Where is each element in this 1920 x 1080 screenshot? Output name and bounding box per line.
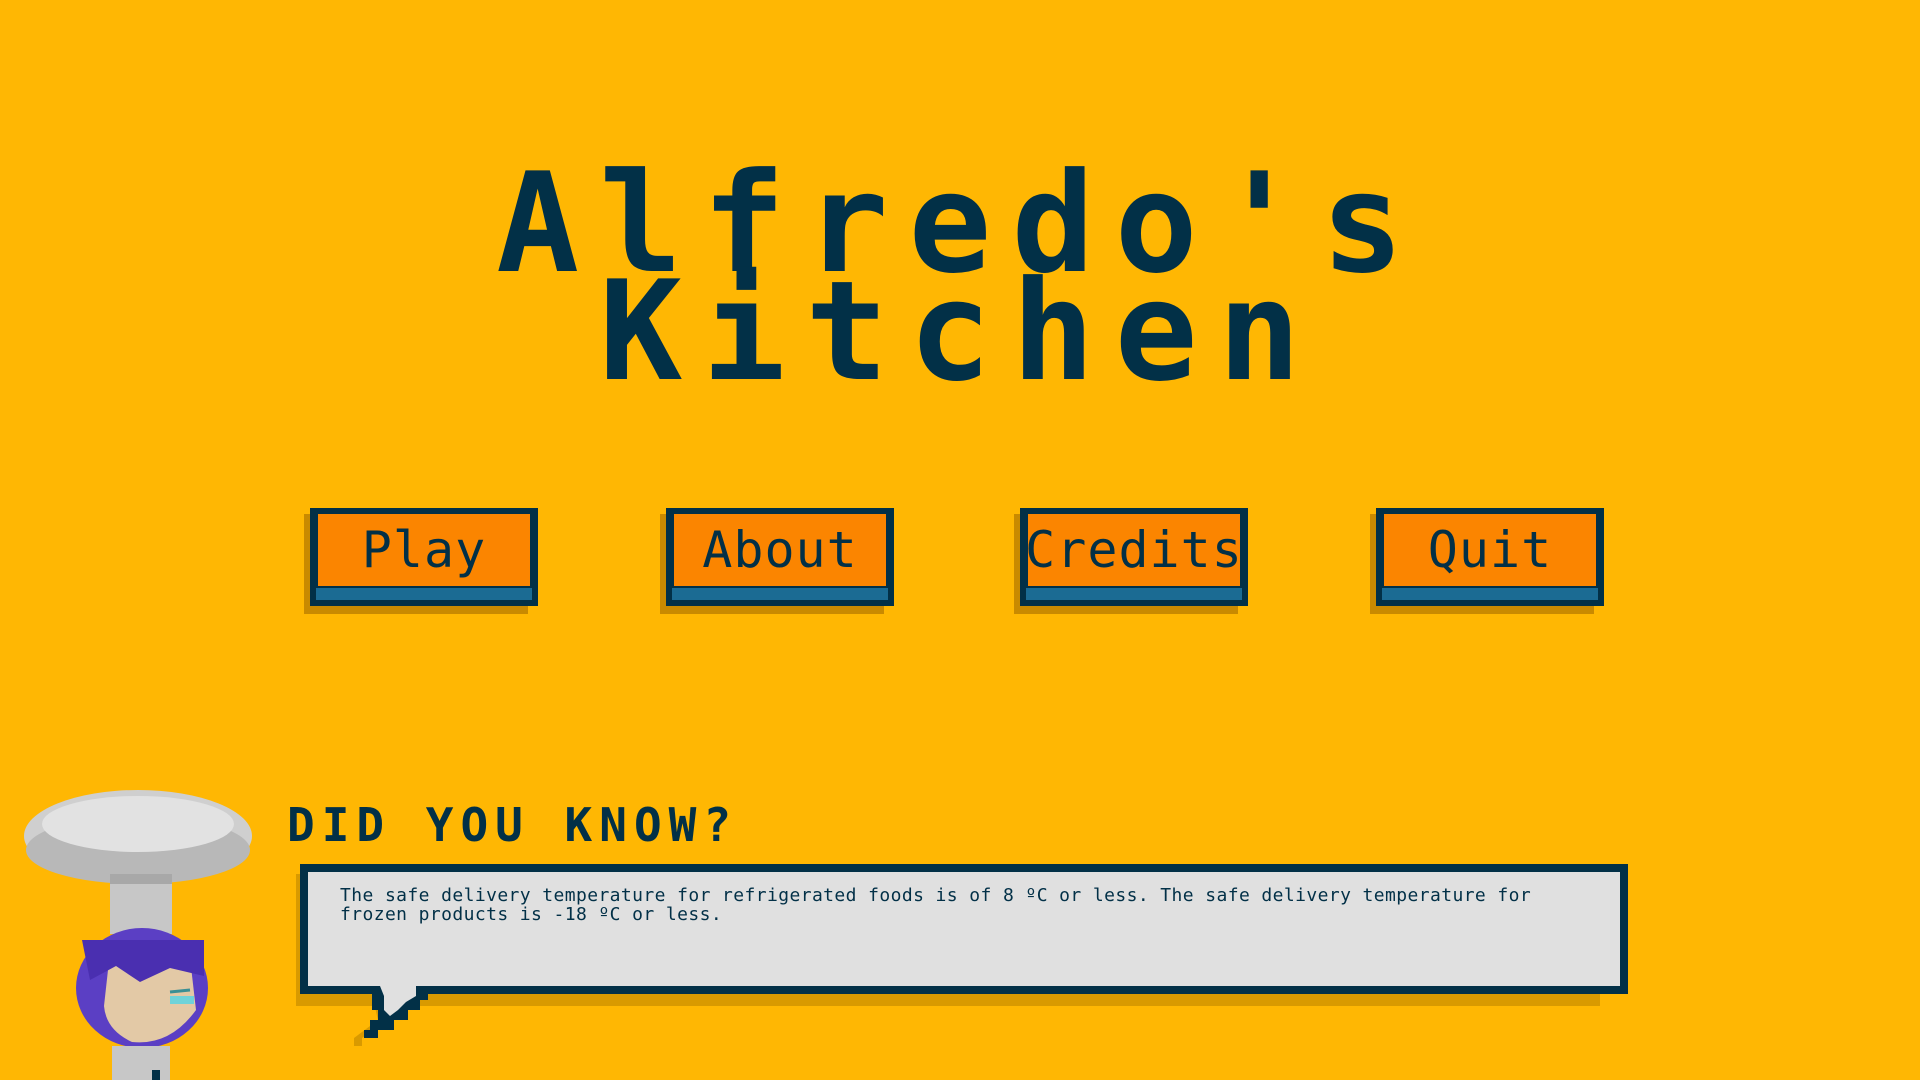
play-button[interactable]: Play xyxy=(304,508,538,614)
about-button-label: About xyxy=(702,521,858,579)
about-button[interactable]: About xyxy=(660,508,894,614)
credits-button[interactable]: Credits xyxy=(1014,508,1248,614)
speech-bubble xyxy=(300,864,1628,994)
game-title: Alfredo's Kitchen xyxy=(0,155,1920,412)
tip-text: The safe delivery temperature for refrig… xyxy=(340,885,1532,925)
game-title-line2: Kitchen xyxy=(599,251,1321,412)
credits-button-label: Credits xyxy=(1025,521,1243,579)
speech-bubble-tail-icon xyxy=(354,986,428,1046)
quit-button[interactable]: Quit xyxy=(1370,508,1604,614)
did-you-know-heading: DID YOU KNOW? xyxy=(287,798,739,852)
play-button-label: Play xyxy=(361,521,487,579)
quit-button-label: Quit xyxy=(1427,521,1553,579)
chef-character-icon xyxy=(24,790,252,1080)
